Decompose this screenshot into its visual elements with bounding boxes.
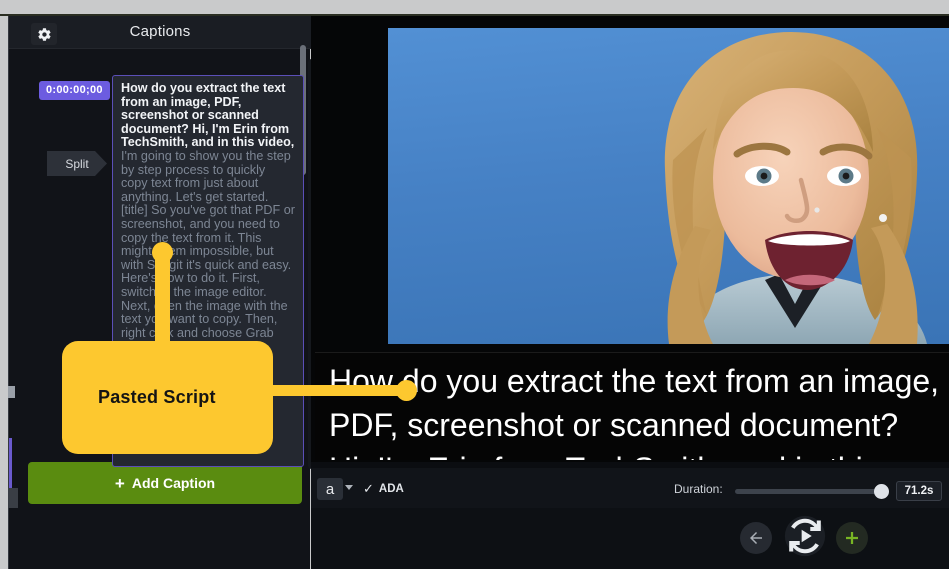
duration-slider-track[interactable] <box>735 489 880 494</box>
caption-toolbar: a ✓ ADA Duration: 71.2s <box>311 468 949 508</box>
add-caption-label: Add Caption <box>131 475 216 491</box>
callout-label: Pasted Script <box>98 387 216 407</box>
video-preview-frame[interactable] <box>388 28 949 344</box>
panel-edge-handle[interactable] <box>8 386 15 398</box>
duration-value[interactable]: 71.2s <box>896 481 942 501</box>
ada-label: ADA <box>378 483 404 495</box>
add-caption-button[interactable]: + Add Caption <box>28 462 302 504</box>
playback-controls <box>311 508 949 569</box>
video-caption-overlay: How do you extract the text from an imag… <box>315 352 949 460</box>
caption-script-dim: I'm going to show you the step by step p… <box>121 148 295 353</box>
presenter-portrait <box>664 32 927 344</box>
chevron-down-icon[interactable] <box>345 485 353 490</box>
plus-icon[interactable] <box>836 522 868 554</box>
arrow-left-icon[interactable] <box>740 522 772 554</box>
check-icon: ✓ <box>363 481 374 496</box>
ada-compliance-indicator[interactable]: ✓ ADA <box>363 481 404 497</box>
panel-edge-handle-lower[interactable] <box>8 488 18 508</box>
pasted-script-callout: Pasted Script <box>62 341 273 454</box>
caption-script-bright: How do you extract the text from an imag… <box>121 81 295 150</box>
captions-panel-header: Captions <box>9 16 311 49</box>
duration-label: Duration: <box>674 482 723 496</box>
split-button[interactable]: Split <box>47 151 107 176</box>
font-style-button[interactable]: a <box>317 478 343 500</box>
caption-timecode-badge[interactable]: 0:00:00;00 <box>39 81 110 100</box>
app-window: Captions How do you extract the text fro… <box>0 0 949 569</box>
video-caption-line-3: Hi, I'm Erin from TechSmith, and in this <box>329 447 949 460</box>
panel-edge-accent <box>9 438 12 490</box>
caption-script-text: How do you extract the text from an imag… <box>121 81 295 354</box>
panel-title: Captions <box>129 23 191 40</box>
callout-pointer-horizontal <box>260 385 412 396</box>
video-caption-line-1: How do you extract the text from an imag… <box>329 363 940 399</box>
video-caption-line-2: PDF, screenshot or scanned document? <box>329 407 899 443</box>
video-panel: How do you extract the text from an imag… <box>311 16 949 569</box>
callout-pointer-horizontal-dot <box>396 380 417 401</box>
window-top-strip <box>0 0 949 14</box>
plus-icon: + <box>114 473 125 493</box>
duration-slider-thumb[interactable] <box>874 484 889 499</box>
replay-play-icon[interactable] <box>781 512 829 560</box>
callout-pointer-vertical-dot <box>152 242 173 263</box>
